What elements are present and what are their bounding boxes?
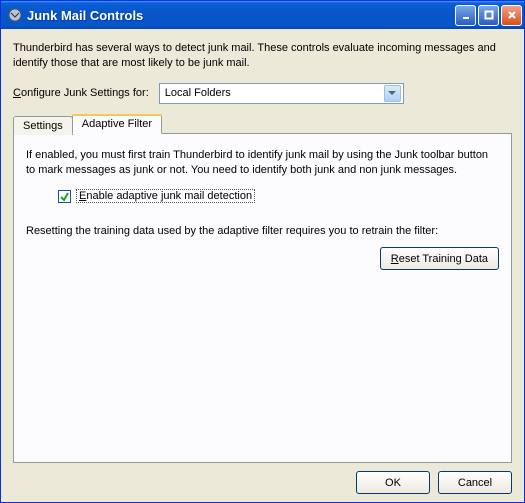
chevron-down-icon bbox=[384, 85, 401, 102]
window-buttons bbox=[455, 5, 522, 26]
reset-row: Reset Training Data bbox=[26, 247, 499, 270]
junk-mail-controls-window: Junk Mail Controls Thunderbird has sever… bbox=[0, 0, 525, 503]
configure-label: Configure Junk Settings for: bbox=[13, 87, 149, 99]
content-area: Thunderbird has several ways to detect j… bbox=[1, 29, 524, 502]
adaptive-description: If enabled, you must first train Thunder… bbox=[26, 148, 499, 178]
dropdown-selected: Local Folders bbox=[165, 87, 384, 99]
dialog-footer: OK Cancel bbox=[13, 463, 512, 494]
description-text: Thunderbird has several ways to detect j… bbox=[13, 41, 512, 71]
window-title: Junk Mail Controls bbox=[27, 8, 455, 23]
checkmark-icon bbox=[59, 191, 70, 202]
ok-button[interactable]: OK bbox=[356, 471, 430, 494]
reset-training-data-button[interactable]: Reset Training Data bbox=[380, 247, 499, 270]
cancel-button[interactable]: Cancel bbox=[438, 471, 512, 494]
enable-adaptive-label[interactable]: Enable adaptive junk mail detection bbox=[76, 189, 255, 203]
account-dropdown[interactable]: Local Folders bbox=[159, 83, 404, 104]
maximize-button[interactable] bbox=[478, 5, 499, 26]
enable-adaptive-row: Enable adaptive junk mail detection bbox=[58, 189, 499, 203]
configure-row: Configure Junk Settings for: Local Folde… bbox=[13, 83, 512, 104]
enable-adaptive-checkbox[interactable] bbox=[58, 190, 71, 203]
adaptive-filter-panel: If enabled, you must first train Thunder… bbox=[13, 133, 512, 463]
titlebar: Junk Mail Controls bbox=[1, 1, 524, 29]
tab-settings[interactable]: Settings bbox=[13, 116, 73, 135]
tab-adaptive-filter[interactable]: Adaptive Filter bbox=[72, 114, 162, 134]
reset-description: Resetting the training data used by the … bbox=[26, 225, 499, 237]
tab-strip: Settings Adaptive Filter bbox=[13, 114, 512, 133]
minimize-button[interactable] bbox=[455, 5, 476, 26]
app-icon bbox=[7, 7, 23, 23]
close-button[interactable] bbox=[501, 5, 522, 26]
